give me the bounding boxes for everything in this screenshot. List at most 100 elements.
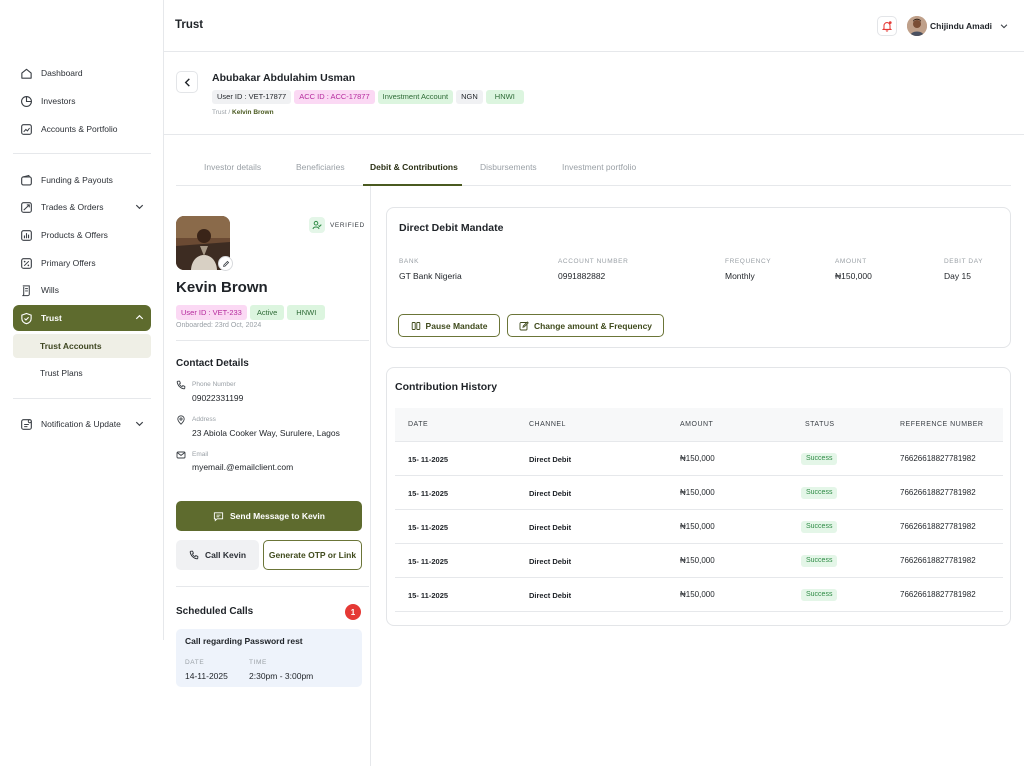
- onboarded-date: Onboarded: 23rd Oct, 2024: [176, 322, 262, 329]
- sidebar-item-label: Funding & Payouts: [41, 175, 113, 185]
- sidebar-item-label: Accounts & Portfolio: [41, 124, 118, 134]
- account-number-value: 0991882882: [558, 271, 606, 281]
- chevron-down-icon[interactable]: [999, 21, 1009, 31]
- sidebar-divider: [13, 398, 151, 399]
- avatar[interactable]: [907, 16, 927, 36]
- table-row[interactable]: 15- 11-2025 Direct Debit ₦150,000 Succes…: [395, 476, 1003, 510]
- sidebar-item-label: Dashboard: [41, 68, 83, 78]
- home-icon: [19, 66, 33, 80]
- inbox-icon: [19, 417, 33, 431]
- table-row[interactable]: 15- 11-2025 Direct Debit ₦150,000 Succes…: [395, 510, 1003, 544]
- phone-value: 09022331199: [192, 393, 244, 403]
- currency-badge: NGN: [456, 90, 483, 104]
- debit-day-label: DEBIT DAY: [944, 258, 984, 265]
- column-header-status: STATUS: [805, 421, 835, 428]
- row-date: 15- 11-2025: [408, 591, 449, 600]
- scheduled-count-badge: 1: [345, 604, 361, 620]
- row-reference: 76626618827781982: [900, 488, 976, 497]
- sidebar-item-accounts[interactable]: Accounts & Portfolio: [13, 116, 151, 142]
- message-icon: [213, 511, 224, 522]
- row-amount: ₦150,000: [680, 556, 715, 565]
- call-date: 14-11-2025: [185, 671, 228, 681]
- chevron-down-icon[interactable]: [134, 418, 145, 429]
- row-reference: 76626618827781982: [900, 522, 976, 531]
- pause-mandate-button[interactable]: Pause Mandate: [398, 314, 500, 337]
- shield-icon: [19, 311, 33, 325]
- profile-name: Kevin Brown: [176, 279, 268, 296]
- frequency-value: Monthly: [725, 271, 755, 281]
- row-channel: Direct Debit: [529, 523, 572, 532]
- table-row[interactable]: 15- 11-2025 Direct Debit ₦150,000 Succes…: [395, 442, 1003, 476]
- row-channel: Direct Debit: [529, 591, 572, 600]
- chevron-left-icon: [182, 77, 193, 88]
- sidebar-item-label: Trust: [41, 313, 62, 323]
- mandate-title: Direct Debit Mandate: [399, 222, 504, 234]
- back-button[interactable]: [176, 71, 198, 93]
- sidebar-item-wills[interactable]: Wills: [13, 277, 151, 303]
- wallet-icon: [19, 173, 33, 187]
- chevron-down-icon[interactable]: [134, 201, 145, 212]
- tab-investor-details[interactable]: Investor details: [204, 162, 261, 172]
- send-message-button[interactable]: Send Message to Kevin: [176, 501, 362, 531]
- user-name[interactable]: Chijindu Amadi: [930, 21, 992, 31]
- trend-icon: [19, 200, 33, 214]
- status-badge: Success: [801, 555, 838, 567]
- call-button[interactable]: Call Kevin: [176, 540, 259, 570]
- contact-title: Contact Details: [176, 358, 249, 369]
- phone-icon: [176, 380, 186, 390]
- verified-user-icon: [309, 217, 325, 233]
- sidebar-item-label: Trades & Orders: [41, 202, 104, 212]
- sidebar-item-trust-accounts[interactable]: Trust Accounts: [13, 334, 151, 358]
- row-date: 15- 11-2025: [408, 523, 449, 532]
- pause-mandate-label: Pause Mandate: [425, 320, 488, 331]
- sidebar-item-primary-offers[interactable]: Primary Offers: [13, 250, 151, 276]
- column-header-amount: AMOUNT: [680, 421, 714, 428]
- bars-icon: [19, 228, 33, 242]
- row-channel: Direct Debit: [529, 489, 572, 498]
- tab-debit-contributions[interactable]: Debit & Contributions: [370, 162, 458, 172]
- chevron-up-icon[interactable]: [134, 312, 145, 323]
- tag-icon: [19, 256, 33, 270]
- scheduled-calls-title: Scheduled Calls: [176, 606, 254, 617]
- address-value: 23 Abiola Cooker Way, Surulere, Lagos: [192, 428, 340, 438]
- scheduled-call-card[interactable]: Call regarding Password rest DATE 14-11-…: [176, 629, 362, 687]
- row-date: 15- 11-2025: [408, 489, 449, 498]
- change-amount-button[interactable]: Change amount & Frequency: [507, 314, 664, 337]
- sidebar-item-trades[interactable]: Trades & Orders: [13, 194, 151, 220]
- sidebar-item-notifications[interactable]: Notification & Update: [13, 411, 151, 437]
- status-badge: Success: [801, 453, 838, 465]
- call-label: Call Kevin: [204, 550, 247, 560]
- sidebar-item-products[interactable]: Products & Offers: [13, 222, 151, 248]
- row-channel: Direct Debit: [529, 455, 572, 464]
- sidebar-item-investors[interactable]: Investors: [13, 88, 151, 114]
- status-badge: Active: [249, 305, 285, 320]
- sidebar-item-dashboard[interactable]: Dashboard: [13, 60, 151, 86]
- row-reference: 76626618827781982: [900, 454, 976, 463]
- breadcrumb: Trust / Kelvin Brown: [212, 109, 274, 116]
- change-amount-label: Change amount & Frequency: [533, 320, 653, 331]
- sidebar-item-trust[interactable]: Trust: [13, 305, 151, 331]
- generate-otp-button[interactable]: Generate OTP or Link: [263, 540, 362, 570]
- tab-investment-portfolio[interactable]: Investment portfolio: [562, 162, 636, 172]
- phone-label: Phone Number: [192, 381, 236, 388]
- contribution-history-card: Contribution History DATE CHANNEL AMOUNT…: [386, 367, 1011, 626]
- sidebar-divider: [13, 153, 151, 154]
- table-row[interactable]: 15- 11-2025 Direct Debit ₦150,000 Succes…: [395, 578, 1003, 612]
- tab-beneficiaries[interactable]: Beneficiaries: [296, 162, 345, 172]
- notification-button[interactable]: [877, 16, 897, 36]
- pencil-icon: [222, 260, 230, 268]
- sidebar-item-funding[interactable]: Funding & Payouts: [13, 167, 151, 193]
- email-value: myemail.@emailclient.com: [192, 462, 294, 472]
- pie-icon: [19, 94, 33, 108]
- breadcrumb-separator: /: [228, 109, 231, 116]
- profile-badges: User ID : VET-233 Active HNWI: [176, 302, 328, 320]
- scroll-icon: [19, 283, 33, 297]
- column-header-channel: CHANNEL: [529, 421, 566, 428]
- call-title: Call regarding Password rest: [185, 636, 303, 646]
- send-message-label: Send Message to Kevin: [230, 511, 325, 521]
- tab-disbursements[interactable]: Disbursements: [480, 162, 537, 172]
- breadcrumb-root[interactable]: Trust: [212, 109, 227, 116]
- edit-photo-button[interactable]: [218, 256, 233, 271]
- sidebar-item-trust-plans[interactable]: Trust Plans: [13, 361, 151, 385]
- table-row[interactable]: 15- 11-2025 Direct Debit ₦150,000 Succes…: [395, 544, 1003, 578]
